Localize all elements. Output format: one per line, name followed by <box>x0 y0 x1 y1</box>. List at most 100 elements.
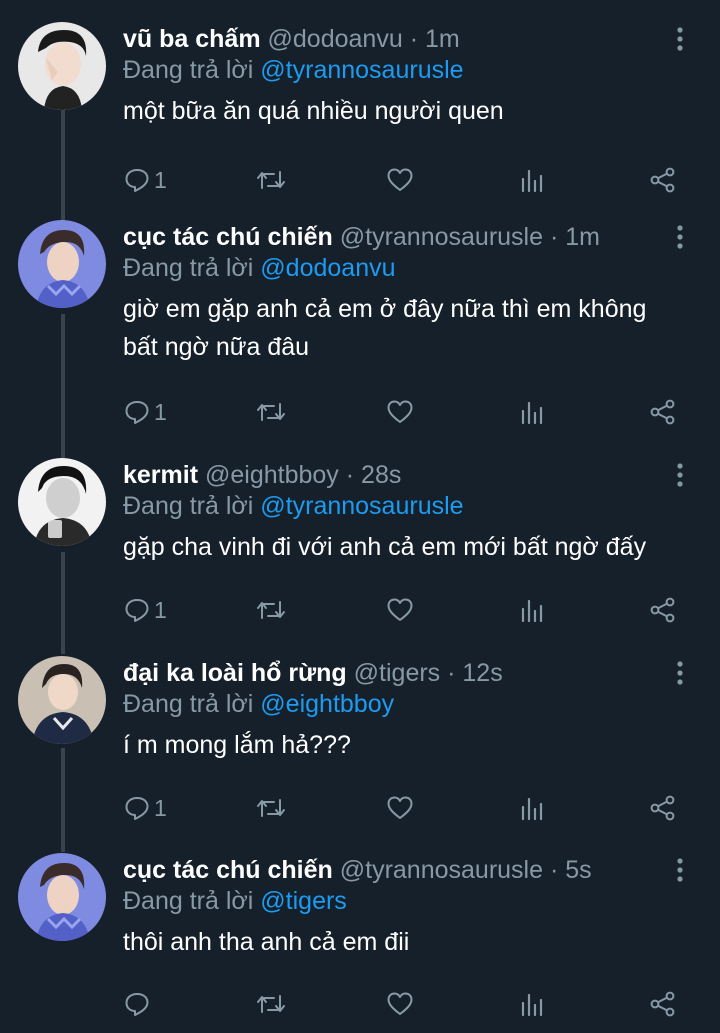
heart-icon <box>387 598 413 621</box>
replying-to-label: Đang trả lời <box>123 690 254 718</box>
more-options-icon[interactable] <box>670 26 690 52</box>
replying-to-label: Đang trả lời <box>123 56 254 84</box>
speech-bubble-icon <box>125 797 149 820</box>
reply-mention-link[interactable]: @eightbboy <box>260 690 394 718</box>
user-handle[interactable]: @eightbboy <box>205 461 339 489</box>
retweet-button[interactable] <box>256 592 286 628</box>
tweet-header: cục tác chú chiến @tyrannosaurusle · 5s <box>123 855 592 885</box>
timestamp[interactable]: 1m <box>565 223 600 251</box>
reply-count: 1 <box>154 166 167 193</box>
display-name[interactable]: kermit <box>123 461 198 489</box>
display-name[interactable]: đại ka loài hổ rừng <box>123 659 347 687</box>
like-button[interactable] <box>386 592 414 628</box>
heart-icon <box>387 400 413 423</box>
reply-button[interactable] <box>124 986 154 1022</box>
like-button[interactable] <box>386 986 414 1022</box>
tweet[interactable]: cục tác chú chiến @tyrannosaurusle · 5s … <box>0 853 720 1033</box>
avatar[interactable] <box>18 458 106 546</box>
timestamp[interactable]: 1m <box>425 25 460 53</box>
more-options-icon[interactable] <box>670 224 690 250</box>
retweet-arrows-icon <box>257 995 285 1013</box>
reply-button[interactable]: 1 <box>124 592 167 628</box>
retweet-arrows-icon <box>257 403 285 421</box>
reply-mention-link[interactable]: @tyrannosaurusle <box>260 492 463 520</box>
bar-chart-icon <box>521 599 543 623</box>
more-options-icon[interactable] <box>670 857 690 883</box>
like-button[interactable] <box>386 394 414 430</box>
timestamp[interactable]: 28s <box>361 461 401 489</box>
share-button[interactable] <box>649 592 677 628</box>
replying-to: Đang trả lời @tyrannosaurusle <box>123 55 464 85</box>
reply-mention-link[interactable]: @tyrannosaurusle <box>260 56 463 84</box>
tweet-header: vũ ba chấm @dodoanvu · 1m <box>123 24 460 54</box>
views-button[interactable] <box>519 790 545 826</box>
tweet[interactable]: cục tác chú chiến @tyrannosaurusle · 1m … <box>0 220 720 440</box>
replying-to: Đang trả lời @dodoanvu <box>123 253 396 283</box>
display-name[interactable]: vũ ba chấm <box>123 25 261 53</box>
more-options-icon[interactable] <box>670 462 690 488</box>
user-handle[interactable]: @tigers <box>354 659 441 687</box>
separator-dot: · <box>549 223 559 251</box>
share-button[interactable] <box>649 986 677 1022</box>
share-button[interactable] <box>649 162 677 198</box>
user-handle[interactable]: @dodoanvu <box>268 25 403 53</box>
display-name[interactable]: cục tác chú chiến <box>123 223 333 251</box>
display-name[interactable]: cục tác chú chiến <box>123 856 333 884</box>
tweet[interactable]: vũ ba chấm @dodoanvu · 1m Đang trả lời @… <box>0 22 720 202</box>
reply-button[interactable]: 1 <box>124 394 167 430</box>
views-button[interactable] <box>519 394 545 430</box>
retweet-button[interactable] <box>256 394 286 430</box>
like-button[interactable] <box>386 162 414 198</box>
more-options-icon[interactable] <box>670 660 690 686</box>
tweet-text: một bữa ăn quá nhiều người quen <box>123 97 504 125</box>
retweet-button[interactable] <box>256 162 286 198</box>
replying-to: Đang trả lời @tyrannosaurusle <box>123 491 464 521</box>
replying-to: Đang trả lời @eightbboy <box>123 689 394 719</box>
replying-to-label: Đang trả lời <box>123 887 254 915</box>
share-nodes-icon <box>650 167 675 193</box>
share-button[interactable] <box>649 790 677 826</box>
like-button[interactable] <box>386 790 414 826</box>
speech-bubble-icon <box>125 401 149 424</box>
tweet[interactable]: kermit @eightbboy · 28s Đang trả lời @ty… <box>0 458 720 638</box>
retweet-arrows-icon <box>257 601 285 619</box>
avatar[interactable] <box>18 853 106 941</box>
retweet-arrows-icon <box>257 799 285 817</box>
tweet-text: giờ em gặp anh cả em ở đây nữa thì em kh… <box>123 295 647 361</box>
replying-to-label: Đang trả lời <box>123 254 254 282</box>
retweet-button[interactable] <box>256 790 286 826</box>
reply-count: 1 <box>154 794 167 821</box>
reply-button[interactable]: 1 <box>124 790 167 826</box>
timestamp[interactable]: 5s <box>565 856 591 884</box>
avatar[interactable] <box>18 22 106 110</box>
bar-chart-icon <box>521 401 543 425</box>
bar-chart-icon <box>521 993 543 1017</box>
speech-bubble-icon <box>125 169 149 192</box>
reply-mention-link[interactable]: @dodoanvu <box>260 254 395 282</box>
tweet-text: gặp cha vinh đi với anh cả em mới bất ng… <box>123 533 647 561</box>
reply-mention-link[interactable]: @tigers <box>260 887 347 915</box>
heart-icon <box>387 992 413 1015</box>
views-button[interactable] <box>519 592 545 628</box>
avatar[interactable] <box>18 656 106 744</box>
share-nodes-icon <box>650 597 675 623</box>
tweet-actions <box>0 986 720 1026</box>
tweet-actions: 1 <box>0 394 720 434</box>
reply-count: 1 <box>154 596 167 623</box>
tweet-header: đại ka loài hổ rừng @tigers · 12s <box>123 658 503 688</box>
bar-chart-icon <box>521 797 543 821</box>
views-button[interactable] <box>519 986 545 1022</box>
share-button[interactable] <box>649 394 677 430</box>
retweet-button[interactable] <box>256 986 286 1022</box>
avatar[interactable] <box>18 220 106 308</box>
views-button[interactable] <box>519 162 545 198</box>
user-handle[interactable]: @tyrannosaurusle <box>340 856 543 884</box>
replying-to: Đang trả lời @tigers <box>123 886 347 916</box>
reply-button[interactable]: 1 <box>124 162 167 198</box>
user-handle[interactable]: @tyrannosaurusle <box>340 223 543 251</box>
tweet[interactable]: đại ka loài hổ rừng @tigers · 12s Đang t… <box>0 656 720 836</box>
speech-bubble-icon <box>125 599 149 622</box>
timestamp[interactable]: 12s <box>462 659 502 687</box>
tweet-actions: 1 <box>0 162 720 202</box>
replying-to-label: Đang trả lời <box>123 492 254 520</box>
